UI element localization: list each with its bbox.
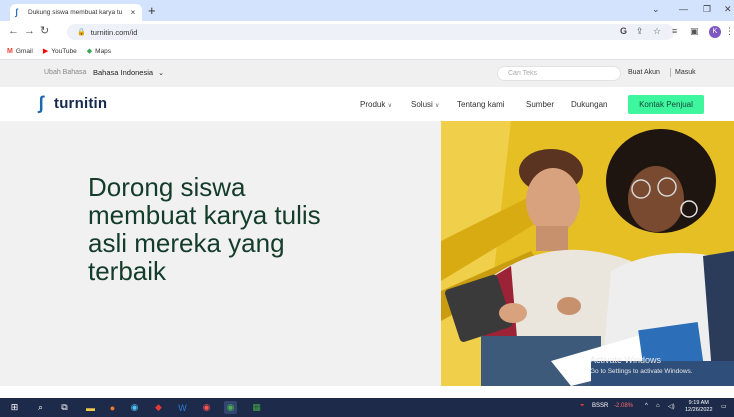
browser-toolbar: ← → ↻ 🔒 turnitin.com/id G ⇪ ☆ ≡ ▣ K ⋮ — [0, 21, 734, 43]
windows-activation-watermark: Activate Windows Go to Settings to activ… — [590, 355, 693, 377]
stock-ticker[interactable]: BSSR — [592, 403, 608, 409]
hero-photo — [441, 121, 734, 386]
task-view-icon[interactable]: ⧉ — [58, 401, 71, 414]
lock-icon: 🔒 — [77, 29, 86, 36]
language-select[interactable]: Bahasa Indonesia ⌄ — [93, 68, 164, 77]
nav-sumber[interactable]: Sumber — [526, 100, 554, 109]
search-box — [497, 66, 621, 81]
back-icon[interactable]: ← — [8, 25, 19, 38]
address-bar[interactable]: 🔒 turnitin.com/id — [67, 24, 674, 40]
search-icon[interactable]: ⌕ — [34, 401, 47, 414]
chrome-alt-icon[interactable]: ◉ — [200, 401, 213, 414]
language-label: Ubah Bahasa — [44, 69, 87, 76]
bookmark-gmail[interactable]: M Gmail — [7, 48, 33, 55]
chevron-down-icon: ∨ — [387, 103, 392, 109]
bookmarks-bar: M Gmail ▶ YouTube ◆ Maps — [0, 43, 734, 60]
share-icon[interactable]: ⇪ — [636, 25, 644, 38]
tab-search-icon[interactable]: ⌄ — [652, 4, 660, 15]
search-input[interactable] — [508, 70, 620, 77]
close-tab-icon[interactable]: × — [129, 8, 137, 17]
headline-line: membuat karya tulis — [88, 200, 321, 230]
volume-icon[interactable]: ◁) — [668, 403, 675, 410]
turnitin-logo[interactable]: ʃ turnitin — [38, 94, 107, 112]
contact-sales-button[interactable]: Kontak Penjual — [628, 95, 704, 114]
bookmark-maps[interactable]: ◆ Maps — [86, 47, 112, 56]
reload-icon[interactable]: ↻ — [40, 25, 49, 38]
menu-icon[interactable]: ⋮ — [725, 25, 734, 38]
nav-label: Solusi — [411, 100, 433, 109]
tray-chevron-icon[interactable]: ^ — [645, 403, 648, 409]
nav-solusi[interactable]: Solusi ∨ — [411, 100, 439, 109]
nav-dukungan[interactable]: Dukungan — [571, 100, 607, 109]
bookmark-label: YouTube — [51, 47, 77, 55]
headline-line: Dorong siswa — [88, 172, 246, 202]
word-icon[interactable]: W — [176, 401, 189, 414]
logo-text: turnitin — [54, 94, 108, 112]
nav-produk[interactable]: Produk ∨ — [360, 100, 392, 109]
side-panel-icon[interactable]: ▣ — [690, 25, 699, 38]
youtube-icon: ▶ — [42, 48, 49, 55]
chevron-down-icon: ∨ — [435, 103, 440, 109]
tab-title: Dukung siswa membuat karya tu — [28, 9, 123, 16]
stock-change: -2.08% — [614, 403, 634, 409]
windows-taskbar: ⊞ ⌕ ⧉ ▬ ● ◉ ◆ W ◉ ◉ ▦ ⏷ BSSR -2.08% ^ ⌂ … — [0, 398, 734, 417]
url-text: turnitin.com/id — [90, 27, 138, 37]
students-illustration — [441, 121, 734, 386]
edge-icon[interactable]: ◉ — [128, 401, 141, 414]
file-explorer-icon[interactable]: ▬ — [84, 401, 97, 414]
clock[interactable]: 9:19 AM 12/26/2022 — [685, 400, 713, 414]
main-navigation: ʃ turnitin Produk ∨ Solusi ∨ Tentang kam… — [0, 87, 734, 121]
gmail-icon: M — [7, 47, 13, 55]
page-bottom — [0, 386, 734, 398]
bookmark-label: Gmail — [15, 47, 33, 55]
bookmark-youtube[interactable]: ▶ YouTube — [42, 47, 77, 56]
hero-section: Dorong siswa membuat karya tulis asli me… — [0, 121, 734, 386]
bookmark-star-icon[interactable]: ☆ — [653, 25, 661, 38]
utility-bar: Ubah Bahasa Bahasa Indonesia ⌄ Buat Akun… — [0, 60, 734, 87]
windows-start-icon[interactable]: ⊞ — [8, 401, 21, 414]
firefox-icon[interactable]: ● — [106, 401, 119, 414]
stock-down-icon: ⏷ — [580, 403, 585, 409]
notifications-icon[interactable]: ▭ — [721, 403, 727, 410]
network-icon[interactable]: ⌂ — [656, 403, 660, 409]
nav-label: Produk — [360, 100, 386, 109]
divider — [670, 68, 671, 77]
turnitin-logo-icon: ʃ — [38, 93, 44, 113]
hero-headline: Dorong siswa membuat karya tulis asli me… — [88, 173, 408, 285]
clock-time: 9:19 AM — [688, 400, 709, 406]
browser-tab[interactable]: ʃ Dukung siswa membuat karya tu × — [10, 4, 142, 21]
minimize-icon[interactable]: — — [679, 4, 688, 14]
bookmark-label: Maps — [95, 47, 112, 55]
photos-icon[interactable]: ▦ — [250, 401, 263, 414]
watermark-title: Activate Windows — [590, 355, 662, 365]
new-tab-button[interactable]: + — [148, 4, 156, 17]
login-link[interactable]: Masuk — [675, 69, 696, 76]
turnitin-favicon-icon: ʃ — [15, 7, 18, 17]
create-account-link[interactable]: Buat Akun — [628, 69, 660, 76]
screen: ʃ Dukung siswa membuat karya tu × + ⌄ — … — [0, 0, 734, 417]
maps-icon: ◆ — [86, 48, 93, 55]
browser-tab-strip: ʃ Dukung siswa membuat karya tu × + ⌄ — … — [0, 0, 734, 21]
maximize-icon[interactable]: ❐ — [703, 4, 711, 15]
app-red-icon[interactable]: ◆ — [152, 401, 165, 414]
chevron-down-icon: ⌄ — [158, 69, 164, 77]
reading-list-icon[interactable]: ≡ — [672, 25, 677, 38]
language-value: Bahasa Indonesia — [93, 68, 154, 77]
nav-tentang-kami[interactable]: Tentang kami — [457, 100, 505, 109]
headline-line: asli mereka yang — [88, 228, 285, 258]
close-window-icon[interactable]: ✕ — [724, 4, 732, 15]
google-translate-icon[interactable]: G — [620, 25, 627, 38]
forward-icon[interactable]: → — [24, 25, 35, 38]
chrome-icon[interactable]: ◉ — [224, 401, 237, 414]
headline-line: terbaik — [88, 256, 167, 286]
clock-date: 12/26/2022 — [685, 407, 713, 413]
profile-avatar[interactable]: K — [709, 26, 721, 38]
watermark-subtitle: Go to Settings to activate Windows. — [590, 368, 693, 375]
